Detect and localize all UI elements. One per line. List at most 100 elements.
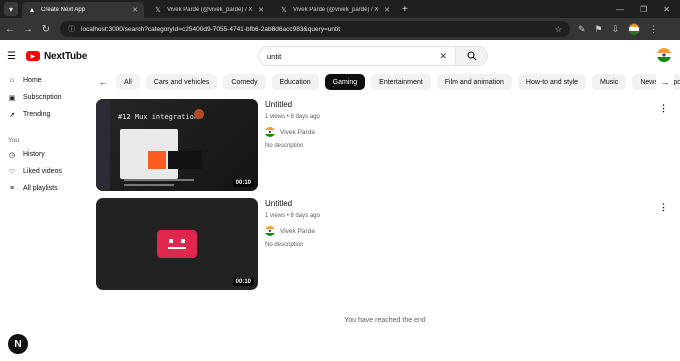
upload-age: 8 days ago	[290, 114, 320, 120]
channel-link[interactable]: Vivek Parde	[265, 226, 645, 236]
search-value: untit	[267, 51, 282, 61]
chip-music[interactable]: Music	[592, 74, 627, 90]
sidebar-item-home[interactable]: ⌂ Home	[0, 72, 92, 89]
bookmark-star-icon[interactable]: ☆	[555, 25, 562, 34]
search-button[interactable]	[456, 46, 488, 66]
upload-age: 8 days ago	[290, 213, 320, 219]
sidebar-item-subscription[interactable]: ▣ Subscription	[0, 89, 92, 106]
search-icon	[466, 51, 476, 61]
end-of-results-message: You have reached the end	[344, 317, 426, 324]
x-favicon-icon: 𝕏	[155, 7, 161, 14]
search-input[interactable]: untit ✕	[258, 46, 456, 66]
nextjs-dev-indicator-icon[interactable]: N	[8, 334, 28, 354]
guitar-icon	[194, 109, 204, 119]
home-icon: ⌂	[9, 77, 15, 84]
sidebar-item-label: Liked videos	[23, 168, 62, 175]
channel-name: Vivek Parde	[280, 227, 315, 235]
browser-tab-x-2[interactable]: 𝕏 Vivek Parde (@vivek_parde) / X ✕	[274, 2, 396, 18]
forward-icon[interactable]: →	[20, 24, 36, 35]
restore-icon[interactable]: ❐	[640, 5, 647, 14]
video-info: Untitled 1 views • 8 days ago Vivek Pard…	[265, 99, 645, 149]
channel-link[interactable]: Vivek Parde	[265, 127, 645, 137]
sidebar-item-history[interactable]: ◷ History	[0, 146, 92, 163]
browser-tab-bar: ▾ ▲ Create Next App ✕ 𝕏 Vivek Parde (@vi…	[0, 0, 680, 18]
browser-toolbar: ← → ↻ ⓘ localhost:3000/search?categoryId…	[0, 18, 680, 40]
profile-avatar-icon[interactable]	[628, 23, 641, 35]
tab-close-icon[interactable]: ✕	[258, 6, 264, 14]
tab-close-icon[interactable]: ✕	[132, 6, 138, 14]
chip-all[interactable]: All	[116, 74, 140, 90]
duration-badge: 00:10	[232, 179, 254, 187]
video-meta: 1 views • 8 days ago	[265, 213, 320, 219]
more-options-icon[interactable]: ⋮	[659, 202, 668, 213]
channel-name: Vivek Parde	[280, 128, 315, 136]
chips-prev-icon[interactable]: ←	[96, 78, 110, 87]
reload-icon[interactable]: ↻	[38, 24, 54, 35]
chips-next-icon[interactable]: →	[656, 73, 674, 91]
video-thumbnail[interactable]: #12 Mux integration 00:10	[96, 99, 258, 191]
chip-cars-and-vehicles[interactable]: Cars and vehicles	[145, 74, 218, 90]
pen-extension-icon[interactable]: ✎	[578, 24, 586, 35]
extensions-area: ✎ ⚑ ⇩ ⋮	[578, 23, 658, 35]
search-bar: untit ✕	[258, 46, 488, 66]
site-info-icon[interactable]: ⓘ	[68, 24, 75, 34]
sidebar-section-title: You	[8, 137, 19, 144]
tab-search-icon[interactable]: ▾	[4, 2, 18, 16]
browser-tab-x-1[interactable]: 𝕏 Vivek Parde (@vivek_parde) / X ✕	[148, 2, 270, 18]
user-avatar[interactable]	[657, 48, 671, 62]
category-chips: ← All Cars and vehicles Comedy Education…	[96, 73, 680, 91]
video-description: No description	[265, 143, 304, 149]
hamburger-menu-icon[interactable]: ☰	[7, 51, 16, 62]
clear-search-icon[interactable]: ✕	[439, 51, 447, 62]
url-text: localhost:3000/search?categoryId=c25400d…	[81, 25, 341, 33]
x-favicon-icon: 𝕏	[281, 7, 287, 14]
logo[interactable]: ▶ NextTube	[25, 50, 88, 62]
download-icon[interactable]: ⇩	[612, 24, 620, 35]
sidebar-item-all-playlists[interactable]: ≡ All playlists	[0, 180, 92, 197]
video-error-icon	[157, 230, 197, 258]
chip-comedy[interactable]: Comedy	[223, 74, 266, 90]
sidebar-item-liked-videos[interactable]: ♡ Liked videos	[0, 163, 92, 180]
back-icon[interactable]: ←	[2, 24, 18, 35]
new-tab-icon[interactable]: +	[402, 4, 408, 15]
minimize-icon[interactable]: —	[616, 5, 624, 14]
sidebar: ⌂ Home ▣ Subscription ↗ Trending You ◷ H…	[0, 72, 92, 197]
window-controls: — ❐ ✕	[616, 5, 680, 18]
window-close-icon[interactable]: ✕	[663, 5, 670, 14]
video-description: No description	[265, 242, 304, 248]
thumbs-up-icon: ♡	[8, 168, 16, 176]
address-bar[interactable]: ⓘ localhost:3000/search?categoryId=c2540…	[60, 21, 570, 37]
thumbnail-title: #12 Mux integration	[118, 113, 199, 121]
tab-label: Create Next App	[41, 7, 86, 13]
video-result[interactable]: 00:10 Untitled 1 views • 8 days ago Vive…	[96, 198, 680, 290]
video-info: Untitled 1 views • 8 days ago Vivek Pard…	[265, 198, 645, 248]
playlist-icon: ≡	[9, 185, 15, 192]
duration-badge: 00:10	[232, 278, 254, 286]
video-title[interactable]: Untitled	[265, 199, 645, 208]
sidebar-item-label: Trending	[23, 111, 51, 118]
logo-text: NextTube	[43, 50, 88, 62]
browser-menu-icon[interactable]: ⋮	[649, 24, 658, 35]
video-meta: 1 views • 8 days ago	[265, 114, 320, 120]
video-result[interactable]: #12 Mux integration 00:10 Untitled 1 vie…	[96, 99, 680, 191]
view-count: 1 views	[265, 114, 286, 120]
sidebar-item-label: All playlists	[23, 185, 58, 192]
chip-how-to-and-style[interactable]: How-to and style	[517, 74, 587, 90]
tab-close-icon[interactable]: ✕	[384, 6, 390, 14]
more-options-icon[interactable]: ⋮	[659, 103, 668, 114]
channel-avatar	[265, 127, 275, 137]
video-thumbnail[interactable]: 00:10	[96, 198, 258, 290]
chip-gaming[interactable]: Gaming	[324, 74, 366, 90]
sidebar-item-label: Subscription	[23, 94, 62, 101]
video-title[interactable]: Untitled	[265, 100, 645, 109]
chip-film-and-animation[interactable]: Film and animation	[436, 74, 512, 90]
sidebar-item-label: History	[23, 151, 45, 158]
thumbnail-screenshot: #12 Mux integration	[96, 99, 258, 191]
sidebar-item-trending[interactable]: ↗ Trending	[0, 106, 92, 123]
tab-label: Vivek Parde (@vivek_parde) / X	[293, 7, 379, 13]
view-count: 1 views	[265, 213, 286, 219]
browser-tab-create-next-app[interactable]: ▲ Create Next App ✕	[22, 2, 144, 18]
puzzle-extension-icon[interactable]: ⚑	[595, 24, 603, 35]
chip-education[interactable]: Education	[271, 74, 319, 90]
chip-entertainment[interactable]: Entertainment	[371, 74, 431, 90]
